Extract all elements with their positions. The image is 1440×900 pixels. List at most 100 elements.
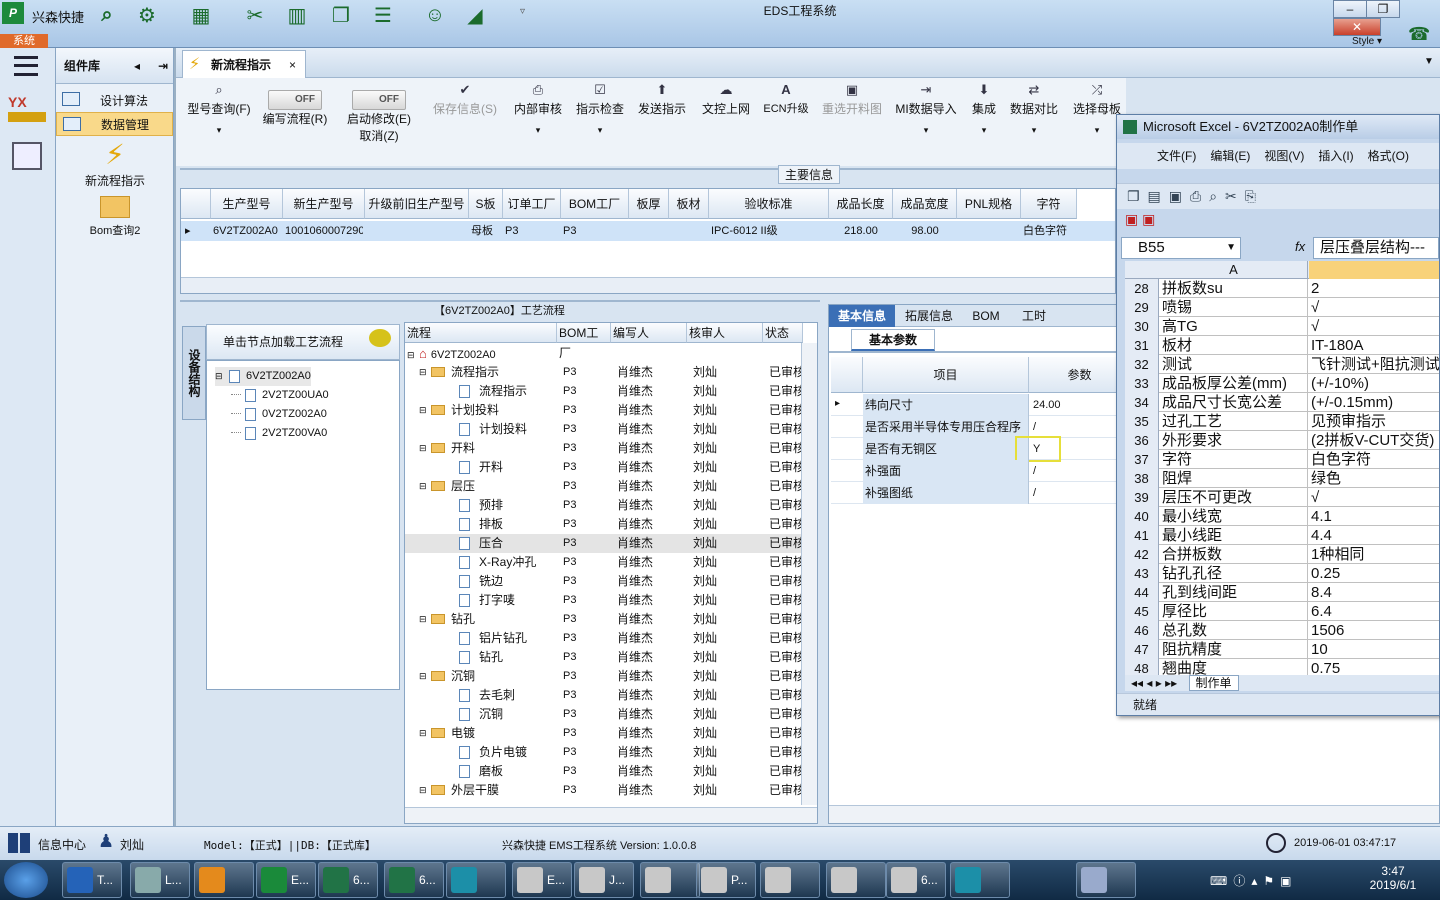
row-number[interactable]: 47: [1125, 640, 1159, 659]
process-row[interactable]: 负片电镀 P3 肖维杰 刘灿 已审核: [405, 743, 805, 762]
start-modify-toggle[interactable]: OFF 启动修改(E) 取消(Z): [342, 82, 416, 162]
cell-b[interactable]: IT-180A: [1309, 336, 1439, 355]
minimize-button[interactable]: –: [1333, 0, 1367, 18]
taskbar-app[interactable]: E...: [512, 862, 572, 898]
bom-query-shortcut[interactable]: Bom查询2: [56, 196, 174, 238]
process-row[interactable]: ⊟ 层压 P3 肖维杰 刘灿 已审核: [405, 477, 805, 496]
settings-wheel-icon[interactable]: ⚙: [134, 2, 160, 28]
row-number[interactable]: 35: [1125, 412, 1159, 431]
cell-b[interactable]: 1种相同: [1309, 545, 1439, 564]
close-button[interactable]: ✕: [1333, 18, 1381, 36]
column-header[interactable]: 成品长度: [829, 189, 893, 219]
tree-node[interactable]: 0V2TZ002A0: [231, 405, 327, 424]
column-header[interactable]: BOM工厂: [557, 323, 611, 360]
internal-review-button[interactable]: ⎙ 内部审核 ▾: [510, 82, 566, 162]
process-row[interactable]: 钻孔 P3 肖维杰 刘灿 已审核: [405, 648, 805, 667]
row-number[interactable]: 46: [1125, 621, 1159, 640]
process-row[interactable]: ⊟ 电镀 P3 肖维杰 刘灿 已审核: [405, 724, 805, 743]
taskbar-app[interactable]: [640, 862, 700, 898]
process-row[interactable]: ⊟ 开料 P3 肖维杰 刘灿 已审核: [405, 439, 805, 458]
search-icon[interactable]: ⌕: [94, 2, 120, 28]
cell-b[interactable]: 白色字符: [1309, 450, 1439, 469]
cell-b[interactable]: 绿色: [1309, 469, 1439, 488]
excel-menu-item[interactable]: 文件(F): [1157, 149, 1196, 163]
row-number[interactable]: 43: [1125, 564, 1159, 583]
taskbar-app[interactable]: 6...: [384, 862, 444, 898]
row-number[interactable]: 39: [1125, 488, 1159, 507]
user-icon[interactable]: ☺: [422, 2, 448, 28]
tray-clock[interactable]: 3:47 2019/6/1: [1360, 864, 1426, 892]
chart-icon[interactable]: ◢: [462, 2, 488, 28]
process-row[interactable]: 计划投料 P3 肖维杰 刘灿 已审核: [405, 420, 805, 439]
collapse-icon[interactable]: ⊟: [419, 667, 427, 686]
cell-a[interactable]: 测试: [1160, 355, 1308, 374]
cell-a[interactable]: 成品板厚公差(mm): [1160, 374, 1308, 393]
model-query-button[interactable]: ⌕ 型号查询(F) ▾: [184, 82, 254, 162]
taskbar-app[interactable]: [446, 862, 506, 898]
row-number[interactable]: 44: [1125, 583, 1159, 602]
cell-b[interactable]: 4.1: [1309, 507, 1439, 526]
collapse-icon[interactable]: ⊟: [419, 781, 427, 800]
column-header[interactable]: 板材: [669, 189, 709, 219]
nav-item-data-management[interactable]: 数据管理: [56, 112, 173, 136]
cell-a[interactable]: 字符: [1160, 450, 1308, 469]
row-number[interactable]: 40: [1125, 507, 1159, 526]
sheet-tab[interactable]: 制作单: [1188, 675, 1239, 691]
column-header[interactable]: 流程: [405, 323, 557, 343]
cell-a[interactable]: 厚径比: [1160, 602, 1308, 621]
cell-a[interactable]: 阻抗精度: [1160, 640, 1308, 659]
excel-menu-item[interactable]: 视图(V): [1264, 149, 1304, 163]
cell-a[interactable]: 合拼板数: [1160, 545, 1308, 564]
row-number[interactable]: 37: [1125, 450, 1159, 469]
toggle-switch[interactable]: OFF: [352, 90, 406, 110]
sheet-nav-icons[interactable]: ◂◂ ◂ ▸ ▸▸: [1131, 676, 1177, 690]
toggle-switch[interactable]: OFF: [268, 90, 322, 110]
collapse-icon[interactable]: ⊟: [419, 363, 427, 382]
system-tab[interactable]: 系统: [0, 34, 48, 48]
cell-a[interactable]: 成品尺寸长宽公差: [1160, 393, 1308, 412]
name-box[interactable]: B55 ▼: [1121, 237, 1241, 259]
excel-menu-item[interactable]: 编辑(E): [1210, 149, 1250, 163]
cell-a[interactable]: 高TG: [1160, 317, 1308, 336]
cell-b[interactable]: 10: [1309, 640, 1439, 659]
param-row[interactable]: 补强面 /: [831, 460, 1131, 482]
collapse-icon[interactable]: ⊟: [419, 610, 427, 629]
column-a-header[interactable]: A: [1160, 261, 1308, 279]
column-header[interactable]: 升级前旧生产型号: [365, 189, 469, 219]
row-number[interactable]: 45: [1125, 602, 1159, 621]
process-row[interactable]: 开料 P3 肖维杰 刘灿 已审核: [405, 458, 805, 477]
save-info-button[interactable]: ✔ 保存信息(S): [430, 82, 500, 162]
column-header[interactable]: 项目: [863, 357, 1029, 393]
column-header[interactable]: 核审人: [687, 323, 763, 343]
style-dropdown[interactable]: Style ▾: [1352, 36, 1382, 47]
column-header[interactable]: 生产型号: [211, 189, 283, 219]
cell-b[interactable]: (2拼板V-CUT交货): [1309, 431, 1439, 450]
param-value[interactable]: /: [1033, 416, 1036, 438]
column-header[interactable]: PNL规格: [957, 189, 1021, 219]
taskbar-app[interactable]: [826, 862, 886, 898]
reselect-cutting-diagram-button[interactable]: ▣ 重选开料图: [818, 82, 886, 162]
nav-item-design-algorithm[interactable]: 设计算法: [56, 88, 173, 112]
cell-b[interactable]: (+/-10%): [1309, 374, 1439, 393]
column-header[interactable]: 成品宽度: [893, 189, 957, 219]
collapse-icon[interactable]: ⊟: [419, 724, 427, 743]
taskbar-app[interactable]: [194, 862, 254, 898]
excel-menu-item[interactable]: 格式(O): [1368, 149, 1409, 163]
vertical-scrollbar[interactable]: [801, 343, 817, 805]
taskbar-app[interactable]: P...: [696, 862, 756, 898]
param-value[interactable]: /: [1033, 460, 1036, 482]
row-number[interactable]: 36: [1125, 431, 1159, 450]
taskbar-app[interactable]: [1076, 862, 1136, 898]
cell-b[interactable]: 1506: [1309, 621, 1439, 640]
cell-a[interactable]: 层压不可更改: [1160, 488, 1308, 507]
phone-icon[interactable]: ☎: [1408, 24, 1430, 45]
column-header[interactable]: S板: [469, 189, 503, 219]
tray-icons[interactable]: ⌨ⓘ▴⚑▣: [1210, 872, 1297, 889]
row-number[interactable]: 33: [1125, 374, 1159, 393]
param-row[interactable]: ▸ 纬向尺寸 24.00: [831, 394, 1131, 416]
menu-icon[interactable]: [14, 56, 38, 76]
cell-b[interactable]: 8.4: [1309, 583, 1439, 602]
process-row[interactable]: ⊟ 计划投料 P3 肖维杰 刘灿 已审核: [405, 401, 805, 420]
taskbar-app[interactable]: J...: [574, 862, 634, 898]
cell-b[interactable]: (+/-0.15mm): [1309, 393, 1439, 412]
